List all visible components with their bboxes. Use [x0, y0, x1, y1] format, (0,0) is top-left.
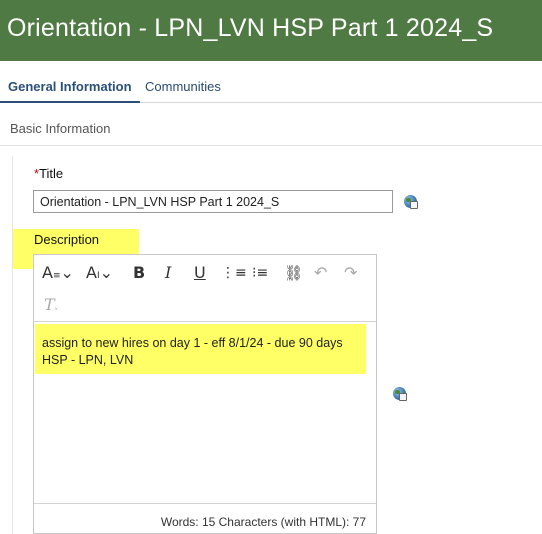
description-rich-text-editor[interactable]: A≡⌄ AI⌄ B I U ⋮≡ ⁝≡ ⛓ ↶ ↷ Tₓ assign to n… — [33, 254, 377, 534]
editor-toolbar: A≡⌄ AI⌄ B I U ⋮≡ ⁝≡ ⛓ ↶ ↷ Tₓ — [34, 255, 376, 322]
tab-general-information[interactable]: General Information — [0, 79, 140, 103]
word-character-count: Words: 15 Characters (with HTML): 77 — [160, 515, 366, 529]
translate-globe-icon[interactable] — [404, 195, 418, 209]
editor-status-bar: Words: 15 Characters (with HTML): 77 — [34, 503, 376, 534]
clear-formatting-icon[interactable]: Tₓ — [44, 297, 58, 316]
editor-content-area[interactable]: assign to new hires on day 1 - eff 8/1/2… — [34, 322, 376, 502]
undo-icon[interactable]: ↶ — [314, 265, 327, 281]
title-field-label: *Title — [34, 166, 63, 181]
font-style-icon[interactable]: A≡⌄ — [42, 265, 74, 284]
title-input[interactable] — [33, 190, 393, 213]
description-field-label: Description — [34, 232, 100, 247]
page-header: Orientation - LPN_LVN HSP Part 1 2024_S — [0, 0, 542, 61]
translate-globe-icon[interactable] — [393, 387, 407, 401]
tab-bar: General Information Communities — [0, 70, 542, 103]
numbered-list-icon[interactable]: ⋮≡ — [221, 265, 247, 281]
redo-icon[interactable]: ↷ — [344, 265, 357, 281]
description-text-line: assign to new hires on day 1 - eff 8/1/2… — [42, 336, 343, 350]
tab-communities[interactable]: Communities — [145, 79, 221, 94]
description-text-line: HSP - LPN, LVN — [42, 353, 134, 367]
section-divider — [0, 145, 542, 146]
bold-icon[interactable]: B — [133, 265, 145, 281]
underline-icon[interactable]: U — [194, 265, 206, 281]
page-title: Orientation - LPN_LVN HSP Part 1 2024_S — [7, 14, 494, 42]
font-size-icon[interactable]: AI⌄ — [86, 265, 113, 284]
section-title-basic-information: Basic Information — [10, 121, 111, 136]
bulleted-list-icon[interactable]: ⁝≡ — [252, 265, 268, 281]
italic-icon[interactable]: I — [165, 265, 171, 281]
title-label-text: Title — [39, 166, 64, 181]
link-icon[interactable]: ⛓ — [284, 265, 303, 281]
